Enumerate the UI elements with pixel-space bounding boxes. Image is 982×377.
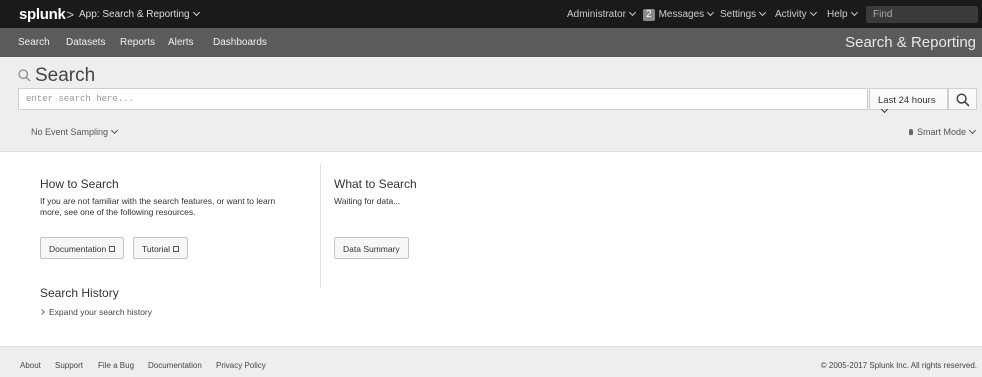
app-title: Search & Reporting	[845, 34, 976, 51]
nav-item-alerts[interactable]: Alerts	[168, 37, 194, 48]
search-mode-menu[interactable]: Smart Mode	[908, 126, 977, 137]
footer-link-about[interactable]: About	[20, 361, 41, 370]
footer: About Support File a Bug Documentation P…	[0, 346, 982, 377]
divider	[0, 151, 982, 152]
settings-menu-label: Settings	[720, 9, 757, 20]
footer-link-privacy-policy[interactable]: Privacy Policy	[216, 361, 266, 370]
documentation-button-label: Documentation	[49, 244, 107, 254]
logo-suffix: >	[66, 7, 75, 22]
how-to-search-line-2: more, see one of the following resources…	[40, 207, 196, 217]
search-icon	[18, 69, 31, 82]
nav-item-search[interactable]: Search	[18, 37, 50, 48]
app-menu[interactable]: App: Search & Reporting	[79, 8, 200, 20]
chevron-down-icon	[707, 8, 715, 17]
expand-history-toggle[interactable]: Expand your search history	[39, 307, 152, 317]
footer-link-file-a-bug[interactable]: File a Bug	[98, 361, 134, 370]
app-menu-label: App: Search & Reporting	[79, 9, 190, 20]
nav-item-dashboards[interactable]: Dashboards	[213, 37, 267, 48]
chevron-down-icon	[968, 126, 977, 135]
chevron-down-icon	[850, 8, 858, 17]
event-sampling-menu[interactable]: No Event Sampling	[31, 126, 119, 137]
search-area: Search enter search here... Last 24 hour…	[0, 57, 982, 151]
chevron-right-icon	[39, 309, 45, 315]
copyright-text: © 2005-2017 Splunk Inc. All rights reser…	[820, 361, 977, 370]
search-history-heading: Search History	[40, 286, 119, 300]
how-to-search-text: If you are not familiar with the search …	[40, 196, 275, 218]
search-mode-label: Smart Mode	[916, 127, 966, 137]
data-summary-button[interactable]: Data Summary	[334, 237, 409, 259]
how-to-search-heading: How to Search	[40, 177, 119, 191]
what-to-search-heading: What to Search	[334, 177, 417, 191]
help-menu-label: Help	[827, 9, 848, 20]
column-divider	[320, 163, 321, 288]
chevron-down-icon	[111, 126, 119, 135]
footer-link-documentation[interactable]: Documentation	[148, 361, 202, 370]
activity-menu[interactable]: Activity	[775, 8, 817, 20]
top-bar: splunk> App: Search & Reporting Administ…	[0, 0, 982, 28]
external-link-icon	[109, 246, 116, 252]
tutorial-button-label: Tutorial	[142, 244, 171, 254]
time-range-label: Last 24 hours	[878, 95, 936, 106]
settings-menu[interactable]: Settings	[720, 8, 767, 20]
find-input[interactable]: Find	[866, 6, 978, 23]
expand-history-label: Expand your search history	[49, 307, 152, 317]
messages-menu-label: Messages	[658, 9, 705, 20]
chevron-down-icon	[809, 8, 817, 17]
page-title: Search	[18, 65, 95, 87]
bulb-icon	[908, 129, 913, 135]
splunk-logo[interactable]: splunk>	[19, 6, 74, 23]
nav-item-datasets[interactable]: Datasets	[66, 37, 105, 48]
external-link-icon	[173, 246, 180, 252]
search-icon	[956, 93, 970, 107]
footer-link-support[interactable]: Support	[55, 361, 83, 370]
chevron-down-icon	[759, 8, 767, 17]
chevron-down-icon	[628, 8, 636, 17]
app-nav-bar: Search Datasets Reports Alerts Dashboard…	[0, 28, 982, 57]
user-menu-label: Administrator	[567, 9, 626, 20]
documentation-button[interactable]: Documentation	[40, 237, 125, 259]
messages-menu[interactable]: 2 Messages	[643, 8, 715, 21]
page-title-text: Search	[35, 65, 96, 86]
how-to-search-line-1: If you are not familiar with the search …	[40, 196, 276, 206]
messages-count-badge: 2	[643, 9, 655, 21]
user-menu[interactable]: Administrator	[567, 8, 636, 20]
time-range-picker[interactable]: Last 24 hours	[869, 88, 948, 114]
tutorial-button[interactable]: Tutorial	[133, 237, 189, 259]
search-input[interactable]: enter search here...	[18, 88, 868, 110]
help-menu[interactable]: Help	[827, 8, 858, 20]
search-button[interactable]	[948, 88, 977, 110]
activity-menu-label: Activity	[775, 9, 807, 20]
nav-item-reports[interactable]: Reports	[120, 37, 155, 48]
chevron-down-icon	[880, 105, 889, 114]
event-sampling-label: No Event Sampling	[31, 127, 109, 137]
what-to-search-text: Waiting for data...	[334, 196, 401, 206]
chevron-down-icon	[192, 8, 200, 17]
logo-text: splunk	[19, 6, 66, 23]
